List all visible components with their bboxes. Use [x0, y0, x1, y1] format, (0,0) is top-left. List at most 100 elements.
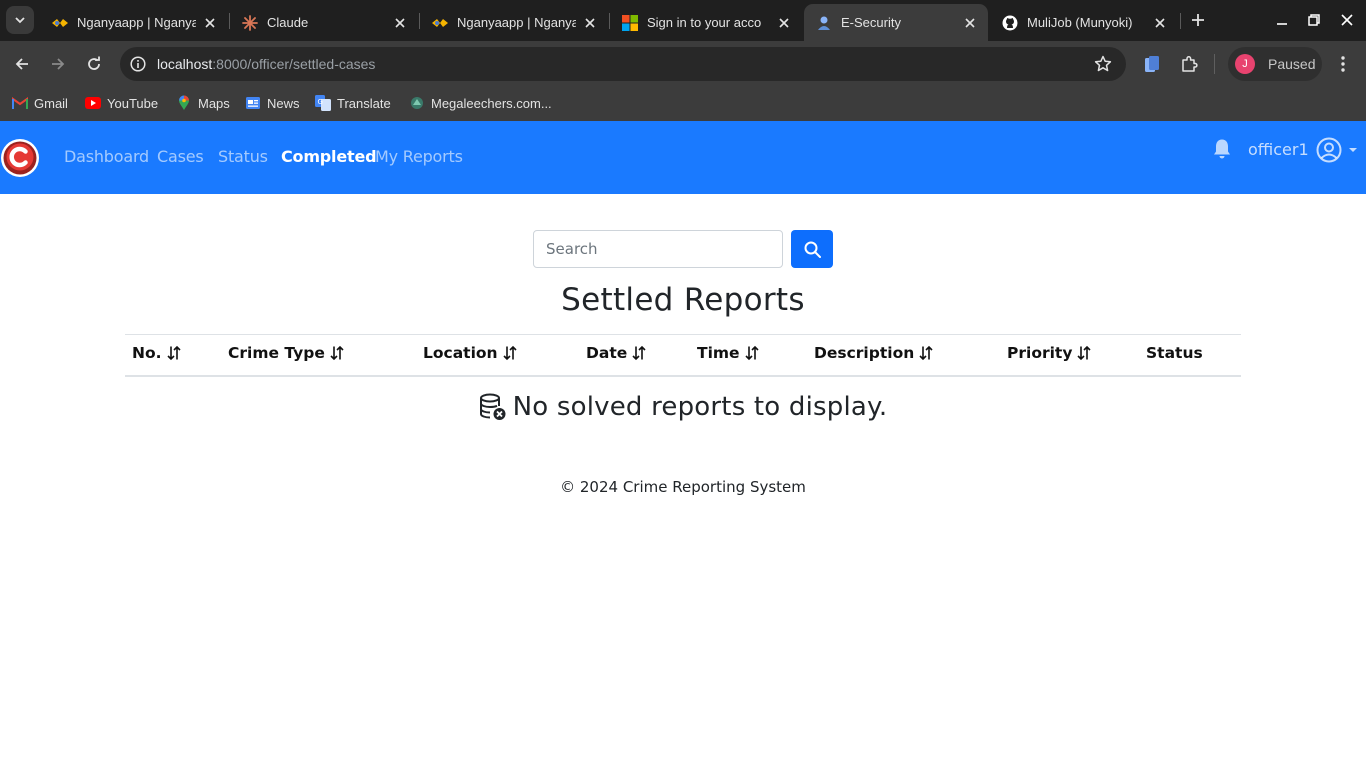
back-arrow-icon: [15, 58, 28, 70]
forward-button[interactable]: [44, 50, 72, 78]
close-icon[interactable]: [1152, 15, 1168, 31]
claude-favicon-icon: [242, 14, 258, 31]
sort-icon: [330, 345, 344, 361]
browser-tab-3[interactable]: Nganyaapp | Nganya: [420, 4, 608, 41]
bookmark-label: News: [267, 95, 300, 111]
nav-dashboard[interactable]: Dashboard: [64, 147, 149, 166]
e-security-favicon-icon: [816, 15, 832, 31]
bookmark-label: Gmail: [34, 95, 68, 111]
profile-status: Paused: [1268, 56, 1316, 72]
forward-arrow-icon: [52, 58, 65, 70]
translate-icon: G: [315, 95, 331, 111]
browser-menu-button[interactable]: [1332, 53, 1354, 75]
bookmark-label: Translate: [337, 95, 391, 111]
close-icon[interactable]: [962, 15, 978, 31]
browser-tab-4[interactable]: Sign in to your acco: [610, 4, 802, 41]
search-input[interactable]: [533, 230, 783, 268]
tab-title: Sign in to your acco: [647, 15, 762, 30]
reload-button[interactable]: [80, 50, 108, 78]
bookmarks-bar: Gmail YouTube Maps News G Translate Mega…: [0, 87, 1366, 121]
url-text: localhost:8000/officer/settled-cases: [157, 56, 375, 72]
bookmark-label: Maps: [198, 95, 230, 111]
app-navbar: Dashboard Cases Status Completed My Repo…: [0, 121, 1366, 194]
browser-tab-strip: Nganyaapp | Nganya Claude Nganyaapp | Ng…: [0, 0, 1366, 41]
browser-tab-active[interactable]: E-Security: [804, 4, 988, 41]
puzzle-icon: [1182, 55, 1198, 72]
sort-icon: [744, 345, 759, 361]
column-header-location[interactable]: Location: [423, 344, 518, 362]
user-menu-dropdown[interactable]: [1316, 136, 1360, 164]
youtube-icon: [85, 95, 101, 111]
empty-state: No solved reports to display.: [0, 392, 1366, 422]
column-label: Priority: [1007, 344, 1073, 362]
site-info-icon[interactable]: [128, 54, 148, 74]
tab-title: Nganyaapp | Nganya: [77, 15, 196, 30]
column-header-priority[interactable]: Priority: [1007, 344, 1092, 362]
search-icon: [804, 241, 821, 258]
browser-tab-6[interactable]: MuliJob (Munyoki): [990, 4, 1178, 41]
close-icon[interactable]: [392, 15, 408, 31]
reports-table-header: No. Crime Type Location Date Time Descri…: [125, 334, 1241, 377]
column-header-no[interactable]: No.: [132, 344, 182, 362]
bookmark-label: YouTube: [107, 95, 159, 111]
document-icon: [1145, 56, 1159, 72]
svg-text:G: G: [318, 98, 323, 106]
restore-button[interactable]: [1302, 8, 1326, 32]
column-header-time[interactable]: Time: [697, 344, 760, 362]
sort-icon: [166, 345, 181, 361]
nganya-favicon-icon: [432, 15, 448, 31]
avatar: J: [1235, 54, 1255, 74]
column-header-description[interactable]: Description: [814, 344, 934, 362]
empty-message: No solved reports to display.: [512, 392, 888, 422]
close-icon[interactable]: [776, 15, 792, 31]
minimize-button[interactable]: [1270, 8, 1294, 32]
close-icon[interactable]: [582, 15, 598, 31]
column-label: Crime Type: [228, 344, 325, 362]
extensions-button[interactable]: [1178, 53, 1200, 75]
close-icon: [1341, 14, 1353, 26]
brand-logo-icon[interactable]: [0, 138, 40, 178]
bookmark-youtube[interactable]: YouTube: [85, 91, 158, 115]
bookmark-maps[interactable]: Maps: [176, 91, 230, 115]
bookmark-star-icon[interactable]: [1094, 55, 1112, 73]
profile-button[interactable]: J Paused: [1228, 47, 1322, 81]
tab-title: Nganyaapp | Nganya: [457, 15, 576, 30]
close-icon[interactable]: [202, 15, 218, 31]
back-button[interactable]: [8, 50, 36, 78]
nav-completed[interactable]: Completed: [281, 147, 377, 166]
bookmark-news[interactable]: News: [245, 91, 300, 115]
username-label[interactable]: officer1: [1248, 140, 1309, 159]
gmail-icon: [12, 95, 28, 111]
nav-my-reports[interactable]: My Reports: [375, 147, 463, 166]
tab-separator: [1180, 13, 1181, 29]
reading-list-button[interactable]: [1141, 53, 1163, 75]
close-window-button[interactable]: [1335, 8, 1359, 32]
nganya-favicon-icon: [52, 15, 68, 31]
column-label: Date: [586, 344, 628, 362]
tab-title: E-Security: [841, 15, 901, 30]
bookmark-gmail[interactable]: Gmail: [12, 91, 68, 115]
browser-tab-1[interactable]: Nganyaapp | Nganya: [40, 4, 228, 41]
page-footer: © 2024 Crime Reporting System: [560, 478, 806, 496]
nav-cases[interactable]: Cases: [157, 147, 204, 166]
column-header-date[interactable]: Date: [586, 344, 647, 362]
bell-icon[interactable]: [1212, 138, 1232, 160]
toolbar-separator: [1214, 54, 1215, 74]
browser-tab-2[interactable]: Claude: [230, 4, 418, 41]
plus-icon: [1192, 14, 1204, 26]
nav-status[interactable]: Status: [218, 147, 268, 166]
sort-icon: [503, 345, 517, 361]
address-bar[interactable]: localhost:8000/officer/settled-cases: [120, 47, 1126, 81]
url-path: :8000/officer/settled-cases: [212, 56, 376, 72]
tab-search-button[interactable]: [6, 6, 34, 34]
more-vert-icon: [1341, 56, 1345, 72]
column-header-crime-type[interactable]: Crime Type: [228, 344, 345, 362]
bookmark-translate[interactable]: G Translate: [315, 91, 391, 115]
news-icon: [245, 95, 261, 111]
search-button[interactable]: [791, 230, 833, 268]
column-label: Location: [423, 344, 498, 362]
new-tab-button[interactable]: [1186, 8, 1210, 32]
bookmark-megaleechers[interactable]: Megaleechers.com...: [409, 91, 552, 115]
sort-icon: [919, 345, 933, 361]
megaleechers-icon: [409, 95, 425, 111]
